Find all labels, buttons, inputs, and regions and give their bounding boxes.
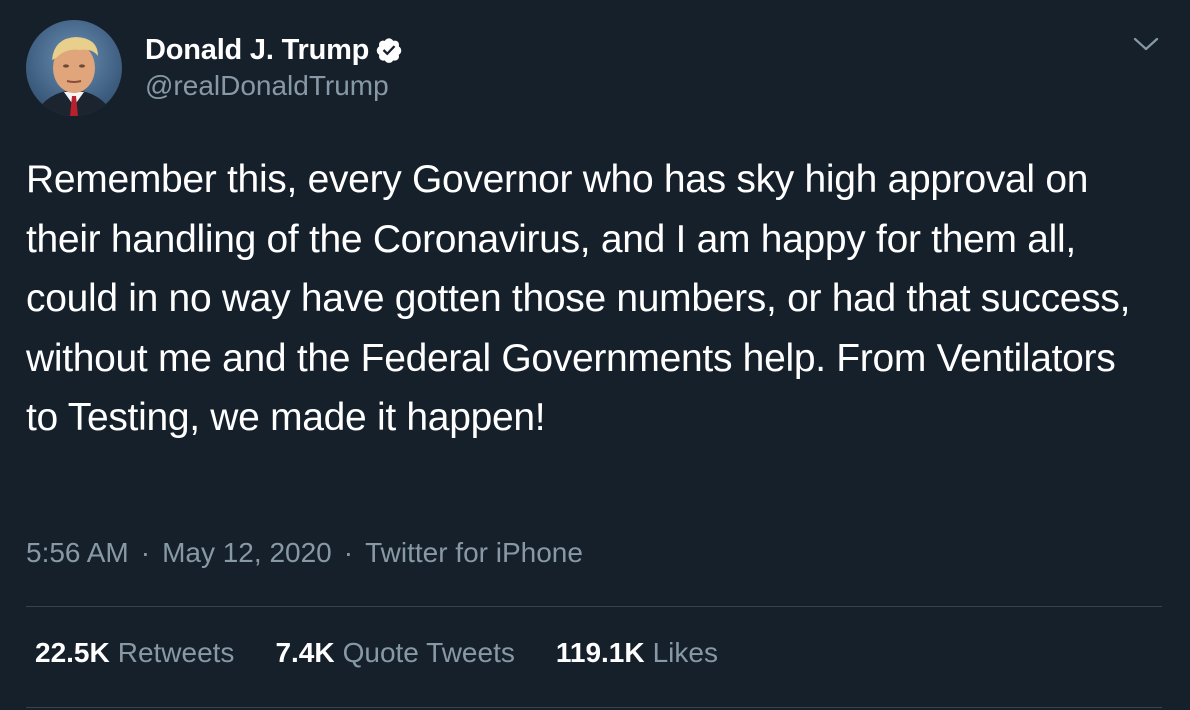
tweet-metadata: 5:56 AM · May 12, 2020 · Twitter for iPh… (26, 537, 583, 569)
author-handle[interactable]: @realDonaldTrump (145, 70, 389, 102)
tweet-text: Remember this, every Governor who has sk… (26, 158, 1131, 439)
quote-tweets-count: 7.4K (275, 637, 335, 668)
display-name[interactable]: Donald J. Trump (145, 34, 369, 67)
tweet-source[interactable]: Twitter for iPhone (365, 537, 583, 569)
retweets-label: Retweets (117, 637, 235, 668)
likes-label: Likes (652, 637, 718, 668)
meta-separator: · (140, 537, 151, 568)
avatar-image (26, 20, 122, 116)
tweet-date[interactable]: May 12, 2020 (162, 537, 332, 569)
likes-stat[interactable]: 119.1K Likes (556, 637, 718, 669)
divider (26, 707, 1162, 708)
chevron-down-icon[interactable] (1131, 32, 1161, 58)
tweet-timestamp[interactable]: 5:56 AM (26, 537, 129, 569)
retweets-count: 22.5K (35, 637, 110, 668)
author-name-row: Donald J. Trump (145, 30, 403, 70)
quote-tweets-label: Quote Tweets (342, 637, 515, 668)
likes-count: 119.1K (555, 637, 645, 668)
quote-tweets-stat[interactable]: 7.4K Quote Tweets (275, 637, 514, 669)
meta-separator: · (343, 537, 354, 568)
tweet-card: Donald J. Trump @realDonaldTrump Remembe… (0, 0, 1190, 710)
verified-badge-icon (375, 36, 403, 64)
engagement-stats: 22.5K Retweets 7.4K Quote Tweets 119.1K Lik… (35, 637, 759, 669)
divider (26, 606, 1162, 607)
avatar[interactable] (26, 20, 122, 116)
retweets-stat[interactable]: 22.5K Retweets (35, 637, 234, 669)
